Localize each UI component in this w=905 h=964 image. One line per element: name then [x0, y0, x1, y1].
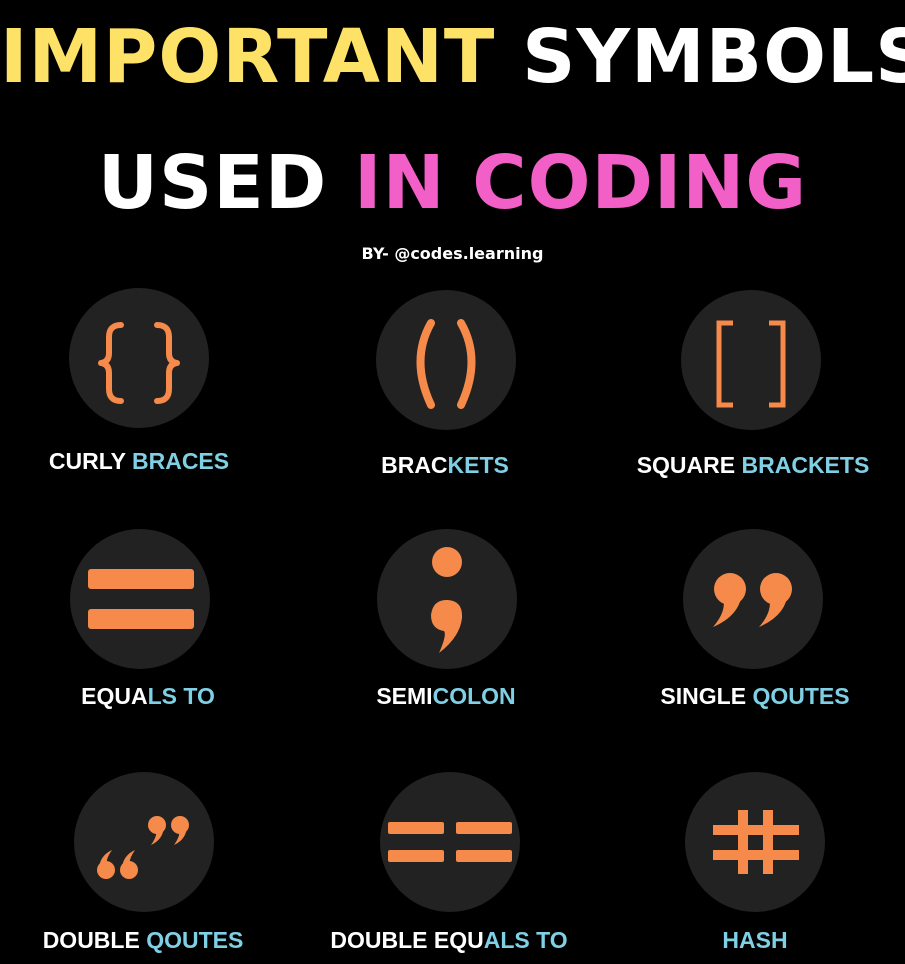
single-quotes-icon [683, 529, 823, 669]
label-square-brackets: SQUARE BRACKETS [636, 452, 870, 478]
infographic: IMPORTANT SYMBOLS USED IN CODING BY- @co… [0, 0, 905, 964]
byline: BY- @codes.learning [361, 244, 544, 263]
hash-icon [685, 772, 825, 912]
title-word-important: IMPORTANT [0, 14, 496, 100]
title-word-symbols: SYMBOLS [522, 14, 905, 100]
square-brackets-icon [681, 290, 821, 430]
title-words-in-coding: IN CODING [354, 140, 808, 226]
label-double-equals-to: DOUBLE EQUALS TO [330, 927, 568, 953]
equals-icon [70, 529, 210, 669]
title-line-1: IMPORTANT SYMBOLS [0, 20, 905, 94]
curly-braces-icon [69, 288, 209, 428]
label-single-quotes: SINGLE QOUTES [660, 683, 850, 709]
double-equals-icon [380, 772, 520, 912]
label-curly-braces: CURLY BRACES [48, 448, 230, 474]
double-quotes-icon [74, 772, 214, 912]
label-semicolon: SEMICOLON [376, 683, 516, 709]
semicolon-icon [377, 529, 517, 669]
label-equals-to: EQUALS TO [81, 683, 215, 709]
title-line-2: USED IN CODING [0, 146, 905, 220]
label-hash: HASH [722, 927, 788, 953]
parentheses-icon [376, 290, 516, 430]
title-word-used: USED [97, 140, 328, 226]
label-brackets: BRACKETS [381, 452, 509, 478]
label-double-quotes: DOUBLE QOUTES [42, 927, 244, 953]
